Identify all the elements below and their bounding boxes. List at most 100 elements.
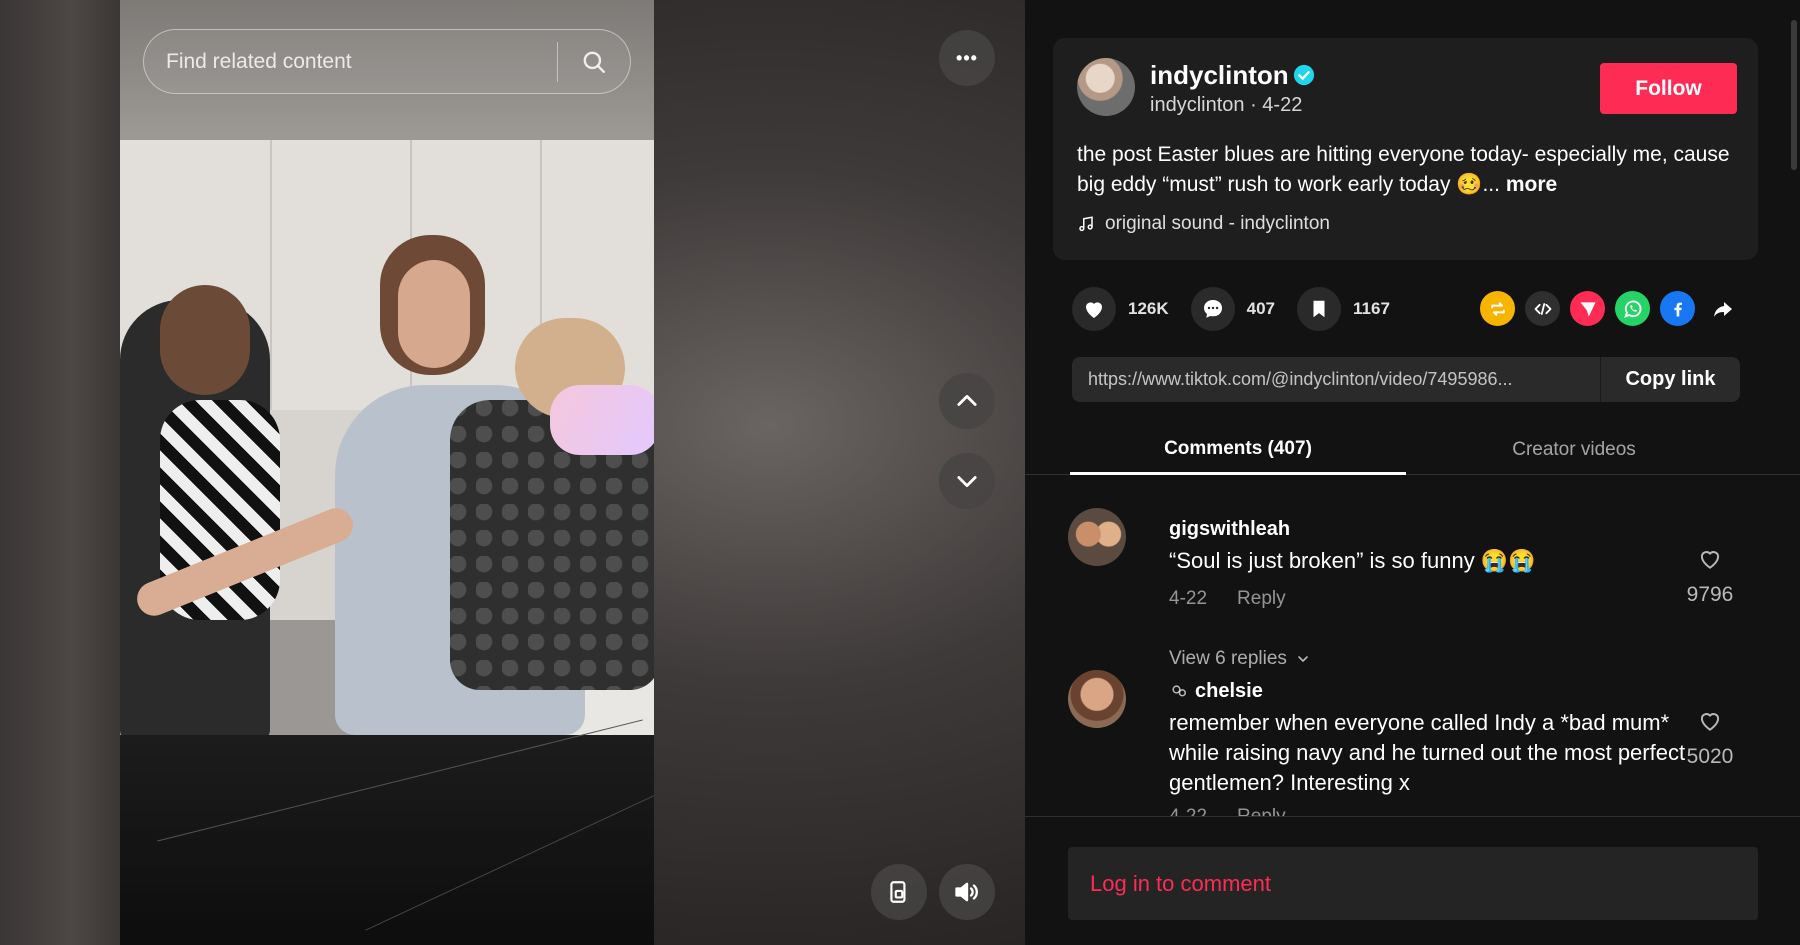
heart-outline-icon xyxy=(1700,551,1720,569)
save-action[interactable]: 1167 xyxy=(1297,287,1390,331)
chevron-up-icon xyxy=(957,394,977,406)
more-options-button[interactable]: ••• xyxy=(939,30,995,86)
comment-text: remember when everyone called Indy a *ba… xyxy=(1169,710,1686,795)
panel-tabs: Comments (407) Creator videos xyxy=(1025,425,1800,475)
mini-player-icon xyxy=(890,881,906,903)
commenter-username[interactable]: gigswithleah xyxy=(1169,518,1290,541)
comment-date: 4-22 xyxy=(1169,588,1208,609)
commenter-avatar[interactable] xyxy=(1068,670,1126,728)
comment-composer: Log in to comment xyxy=(1025,816,1800,945)
chevron-down-icon xyxy=(1298,656,1308,663)
comment-count: 407 xyxy=(1246,299,1276,318)
more-dots-icon: ••• xyxy=(956,47,978,68)
follow-button[interactable]: Follow xyxy=(1600,63,1737,114)
heart-outline-icon xyxy=(1700,713,1720,731)
commenter-avatar[interactable] xyxy=(1068,508,1126,566)
like-button[interactable] xyxy=(1072,287,1116,331)
video-player[interactable] xyxy=(120,0,654,945)
previous-video-button[interactable] xyxy=(939,373,995,429)
verified-badge-icon xyxy=(1293,64,1315,86)
login-to-comment-button[interactable]: Log in to comment xyxy=(1068,847,1758,920)
embed-icon xyxy=(1534,302,1551,315)
post-date: 4-22 xyxy=(1262,94,1303,116)
comment-like[interactable]: 9796 xyxy=(1680,546,1740,607)
facebook-share-button[interactable] xyxy=(1660,291,1695,326)
save-button[interactable] xyxy=(1297,287,1342,331)
volume-button[interactable] xyxy=(939,864,995,920)
panel-scrollbar[interactable] xyxy=(1791,20,1797,170)
search-icon xyxy=(583,51,605,73)
comment-meta: 4-22 Reply xyxy=(1169,806,1286,816)
description-more-link[interactable]: more xyxy=(1506,173,1557,196)
video-link-url[interactable]: https://www.tiktok.com/@indyclinton/vide… xyxy=(1072,369,1600,390)
author-display-name[interactable]: indyclinton xyxy=(1150,60,1289,91)
friends-icon xyxy=(1172,684,1186,696)
comment-like-count: 9796 xyxy=(1686,583,1734,606)
embed-button[interactable] xyxy=(1525,291,1560,326)
send-icon xyxy=(1580,301,1595,316)
author-handle[interactable]: indyclinton xyxy=(1150,94,1245,116)
repost-button[interactable] xyxy=(1480,291,1515,326)
author-avatar[interactable] xyxy=(1077,58,1135,116)
volume-icon xyxy=(955,882,978,902)
share-buttons xyxy=(1480,291,1740,326)
search-input[interactable]: Find related content xyxy=(144,30,557,93)
view-replies-label: View 6 replies xyxy=(1169,648,1287,669)
tab-creator-videos[interactable]: Creator videos xyxy=(1406,425,1742,475)
search-bar: Find related content xyxy=(143,29,631,94)
like-count: 126K xyxy=(1128,299,1169,318)
search-button[interactable] xyxy=(558,30,630,93)
like-action[interactable]: 126K xyxy=(1072,287,1169,331)
comment-like[interactable]: 5020 xyxy=(1680,708,1740,769)
comment-text: “Soul is just broken” is so funny 😭😭 xyxy=(1169,548,1536,573)
commenter-name: chelsie xyxy=(1195,680,1263,702)
meta-separator: · xyxy=(1244,94,1263,116)
video-frame-blanket xyxy=(550,385,654,455)
music-title: original sound - indyclinton xyxy=(1105,213,1330,234)
comment-bubble-icon xyxy=(1203,300,1222,318)
tiktok-video-page: Find related content ••• indyclinton ind… xyxy=(0,0,1800,945)
send-to-friends-button[interactable] xyxy=(1570,291,1605,326)
facebook-icon xyxy=(1673,302,1682,316)
details-panel: indyclinton indyclinton · 4-22 Follow th… xyxy=(1025,0,1800,945)
music-note-icon xyxy=(1079,216,1093,232)
video-frame-cabinet-seam xyxy=(270,140,272,410)
video-frame-marble-counter xyxy=(120,735,654,945)
video-frame-woman-face xyxy=(398,260,470,368)
whatsapp-icon xyxy=(1623,300,1641,318)
comment-reply-button[interactable]: Reply xyxy=(1237,588,1286,610)
mini-player-button[interactable] xyxy=(871,864,927,920)
video-frame-person-head xyxy=(160,285,250,395)
blurred-backdrop xyxy=(0,0,120,945)
video-link-row: https://www.tiktok.com/@indyclinton/vide… xyxy=(1072,357,1740,402)
comment-item: chelsie remember when everyone called In… xyxy=(1068,670,1768,816)
comment-like-count: 5020 xyxy=(1686,745,1734,768)
comment-meta: 4-22 Reply xyxy=(1169,588,1286,610)
more-share-button[interactable] xyxy=(1705,291,1740,326)
music-link[interactable]: original sound - indyclinton xyxy=(1077,213,1330,235)
comment-action[interactable]: 407 xyxy=(1190,287,1276,331)
video-description: the post Easter blues are hitting everyo… xyxy=(1077,140,1737,200)
chevron-down-icon xyxy=(957,476,977,488)
description-text: the post Easter blues are hitting everyo… xyxy=(1077,143,1730,196)
commenter-username[interactable]: chelsie xyxy=(1169,680,1263,703)
comment-button[interactable] xyxy=(1190,287,1235,331)
view-replies-button[interactable]: View 6 replies xyxy=(1169,648,1311,670)
commenter-name: gigswithleah xyxy=(1169,518,1291,540)
save-count: 1167 xyxy=(1353,299,1390,318)
bookmark-icon xyxy=(1313,300,1325,318)
copy-link-button[interactable]: Copy link xyxy=(1600,357,1740,402)
next-video-button[interactable] xyxy=(939,453,995,509)
tab-comments[interactable]: Comments (407) xyxy=(1070,425,1406,475)
comment-list: gigswithleah “Soul is just broken” is so… xyxy=(1025,476,1800,816)
whatsapp-share-button[interactable] xyxy=(1615,291,1650,326)
video-stage: Find related content ••• xyxy=(0,0,1025,945)
engagement-actions: 126K 407 1167 xyxy=(1072,287,1412,331)
share-arrow-icon xyxy=(1713,301,1732,317)
comment-date: 4-22 xyxy=(1169,806,1207,816)
author-meta: indyclinton · 4-22 xyxy=(1150,94,1302,117)
heart-icon xyxy=(1086,302,1102,318)
comment-reply-button[interactable]: Reply xyxy=(1237,806,1286,816)
repost-icon xyxy=(1490,301,1505,316)
comment-item: gigswithleah “Soul is just broken” is so… xyxy=(1068,508,1768,669)
